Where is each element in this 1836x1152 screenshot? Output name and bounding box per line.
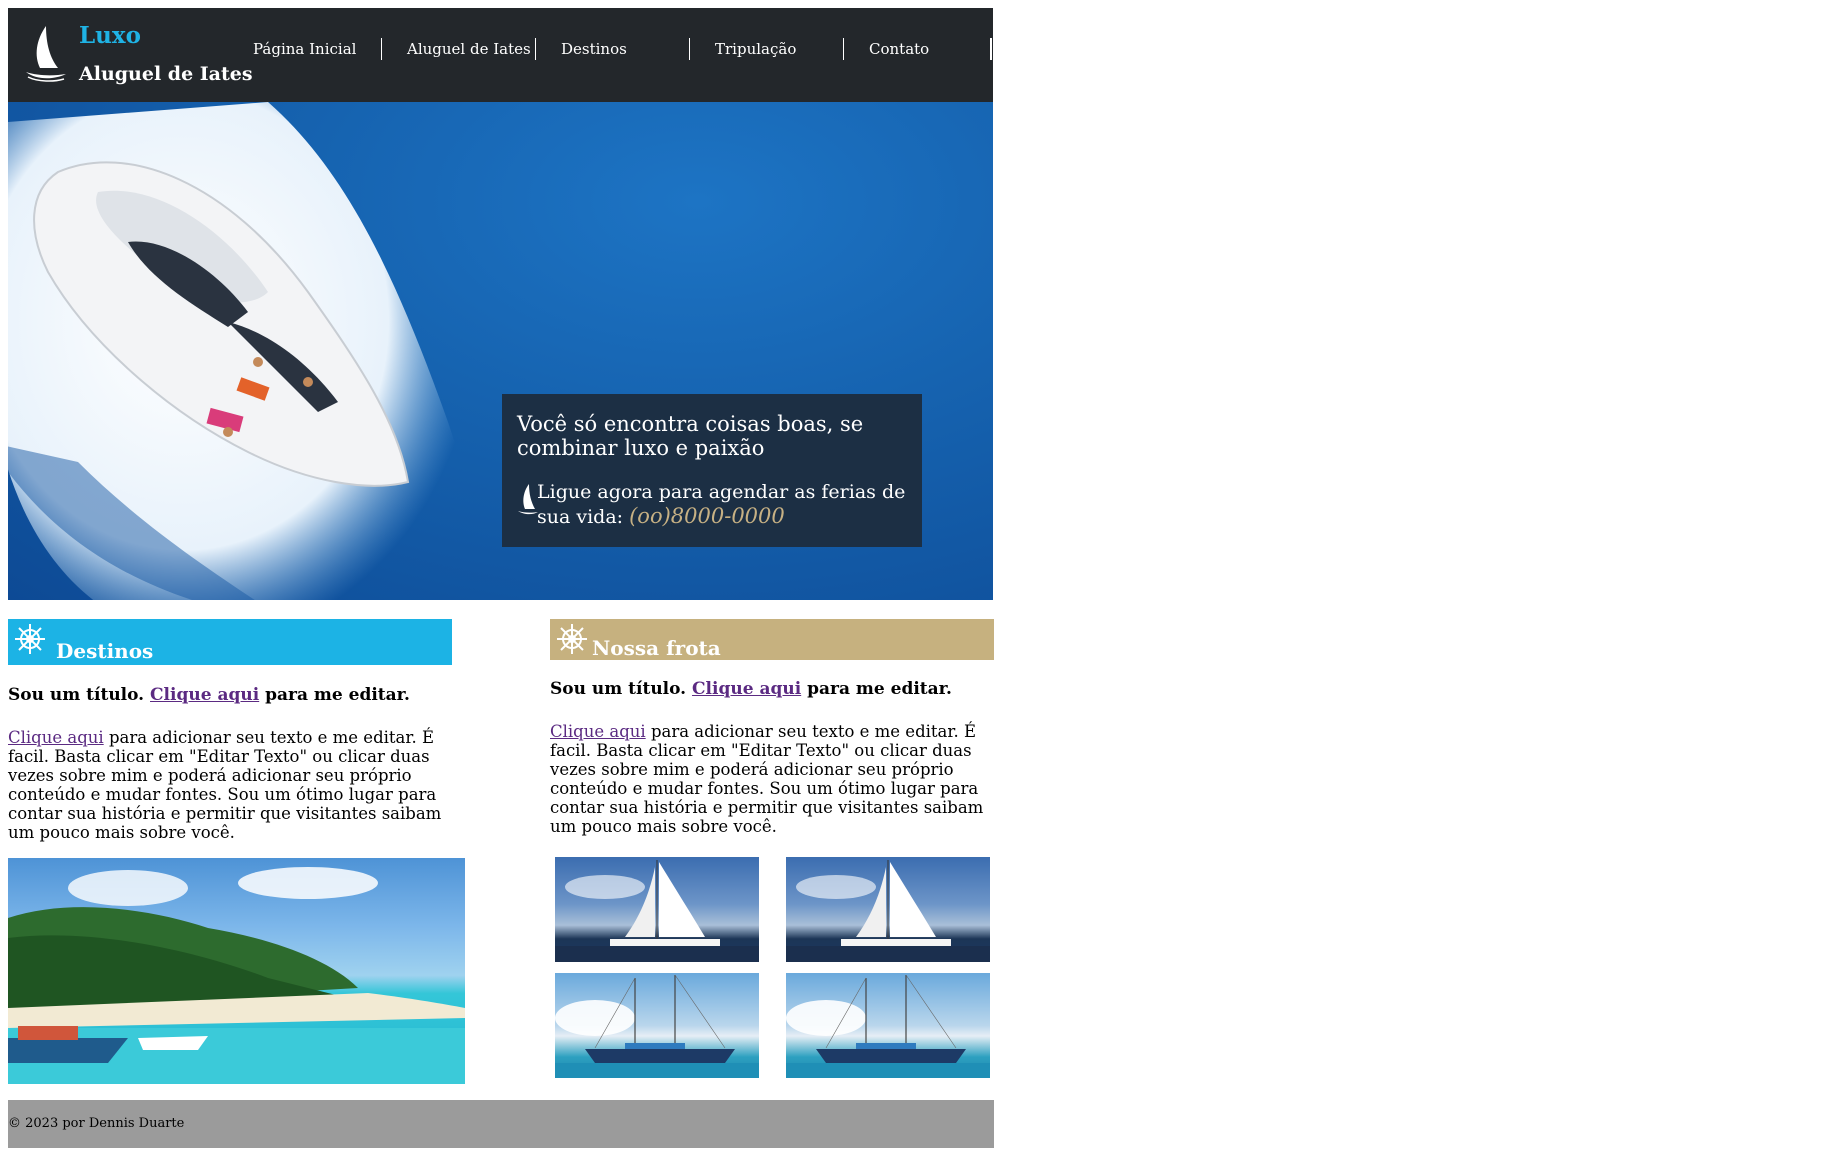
destinos-header: Destinos bbox=[8, 619, 452, 665]
nav-divider bbox=[990, 38, 992, 60]
nav-label: Página Inicial bbox=[253, 40, 357, 58]
nav-label: Destinos bbox=[561, 40, 627, 58]
subtitle-prefix: Sou um título. bbox=[550, 679, 687, 699]
nav-item-contato[interactable]: Contato bbox=[844, 38, 974, 60]
sailboat-illustration bbox=[786, 860, 990, 962]
nav-item-destinos[interactable]: Destinos bbox=[536, 38, 690, 60]
nav-item-tripulacao[interactable]: Tripulação bbox=[690, 38, 844, 60]
schooner-photo[interactable] bbox=[555, 973, 759, 1078]
nav-item-pagina-inicial[interactable]: Página Inicial bbox=[228, 38, 382, 60]
yacht-photo bbox=[8, 102, 477, 600]
hero-callout: Você só encontra coisas boas, se combina… bbox=[502, 394, 922, 547]
frota-body: Clique aqui para adicionar seu texto e m… bbox=[550, 722, 990, 836]
phone-number[interactable]: (oo)8000-0000 bbox=[629, 504, 785, 528]
section-title: Nossa frota bbox=[592, 636, 721, 660]
schooner-illustration bbox=[786, 974, 990, 1078]
tropical-beach-photo bbox=[8, 858, 465, 1084]
edit-link[interactable]: Clique aqui bbox=[8, 728, 104, 747]
subtitle-suffix: para me editar. bbox=[265, 685, 410, 705]
edit-link[interactable]: Clique aqui bbox=[550, 722, 646, 741]
nav-label: Tripulação bbox=[715, 40, 797, 58]
ship-wheel-icon bbox=[15, 624, 45, 654]
ship-wheel-icon bbox=[557, 624, 587, 654]
nav-label: Contato bbox=[869, 40, 930, 58]
destinos-body: Clique aqui para adicionar seu texto e m… bbox=[8, 728, 448, 842]
sailboat-icon bbox=[26, 26, 66, 82]
destinos-subtitle: Sou um título. Clique aqui para me edita… bbox=[8, 685, 410, 705]
site-footer: © 2023 por Dennis Duarte bbox=[8, 1100, 994, 1148]
schooner-illustration bbox=[555, 974, 759, 1078]
hero-call-text: Ligue agora para agendar as ferias de su… bbox=[537, 480, 907, 529]
schooner-photo[interactable] bbox=[786, 973, 990, 1078]
site-header: Luxo Aluguel de Iates Página Inicial Alu… bbox=[8, 8, 993, 102]
sailboat-photo[interactable] bbox=[786, 857, 990, 962]
frota-subtitle: Sou um título. Clique aqui para me edita… bbox=[550, 679, 952, 699]
nav-label: Aluguel de Iates bbox=[407, 40, 531, 58]
sailboat-photo[interactable] bbox=[555, 857, 759, 962]
section-title: Destinos bbox=[56, 639, 154, 663]
hero-headline: Você só encontra coisas boas, se combina… bbox=[517, 412, 864, 460]
brand-tagline[interactable]: Aluguel de Iates bbox=[79, 63, 253, 85]
edit-link[interactable]: Clique aqui bbox=[150, 685, 259, 705]
hero-banner: Você só encontra coisas boas, se combina… bbox=[8, 102, 993, 600]
copyright-text: © 2023 por Dennis Duarte bbox=[8, 1116, 185, 1131]
subtitle-suffix: para me editar. bbox=[807, 679, 952, 699]
subtitle-prefix: Sou um título. bbox=[8, 685, 145, 705]
sailboat-icon bbox=[518, 484, 538, 515]
nav-item-aluguel-de-iates[interactable]: Aluguel de Iates bbox=[382, 38, 536, 60]
beach-illustration bbox=[8, 867, 465, 1084]
sailboat-illustration bbox=[555, 860, 759, 962]
brand-name[interactable]: Luxo bbox=[79, 22, 141, 49]
frota-header: Nossa frota bbox=[550, 619, 994, 660]
main-nav: Página Inicial Aluguel de Iates Destinos… bbox=[228, 38, 974, 62]
edit-link[interactable]: Clique aqui bbox=[692, 679, 801, 699]
